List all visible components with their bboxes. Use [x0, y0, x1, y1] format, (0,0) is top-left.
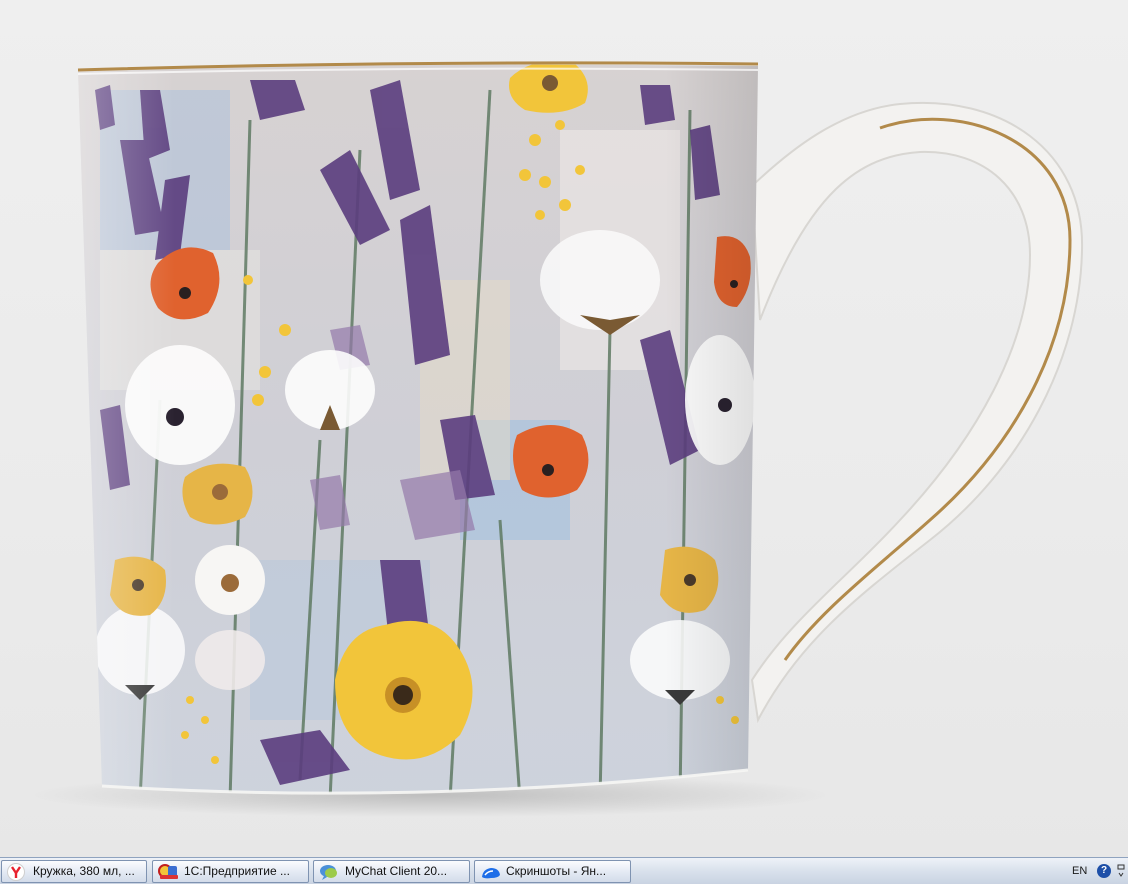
taskbar-item-label: Скриншоты - Ян...: [506, 864, 607, 878]
taskbar-item-yandex-disk[interactable]: Скриншоты - Ян...: [474, 860, 631, 883]
mychat-icon: [319, 863, 337, 881]
windows-taskbar: Кружка, 380 мл, ... 1С:Предприятие ... M…: [0, 857, 1128, 884]
mug-illustration: [30, 61, 1084, 817]
mug-body: [78, 64, 758, 794]
yandex-browser-icon: [7, 863, 25, 881]
mug-handle: [750, 101, 1084, 724]
taskbar-item-label: Кружка, 380 мл, ...: [33, 864, 135, 878]
taskbar-item-label: MyChat Client 20...: [345, 864, 448, 878]
taskbar-item-browser[interactable]: Кружка, 380 мл, ...: [1, 860, 147, 883]
tray-overflow-icon[interactable]: [1117, 863, 1125, 879]
system-tray: EN ?: [1068, 858, 1128, 884]
taskbar-item-1c[interactable]: 1С:Предприятие ...: [152, 860, 309, 883]
taskbar-item-mychat[interactable]: MyChat Client 20...: [313, 860, 470, 883]
yandex-disk-icon: [480, 863, 500, 881]
language-indicator[interactable]: EN: [1072, 865, 1087, 877]
taskbar-item-label: 1С:Предприятие ...: [184, 864, 290, 878]
product-photo: [0, 0, 1128, 857]
1c-enterprise-icon: [158, 863, 178, 881]
help-icon[interactable]: ?: [1097, 864, 1111, 878]
